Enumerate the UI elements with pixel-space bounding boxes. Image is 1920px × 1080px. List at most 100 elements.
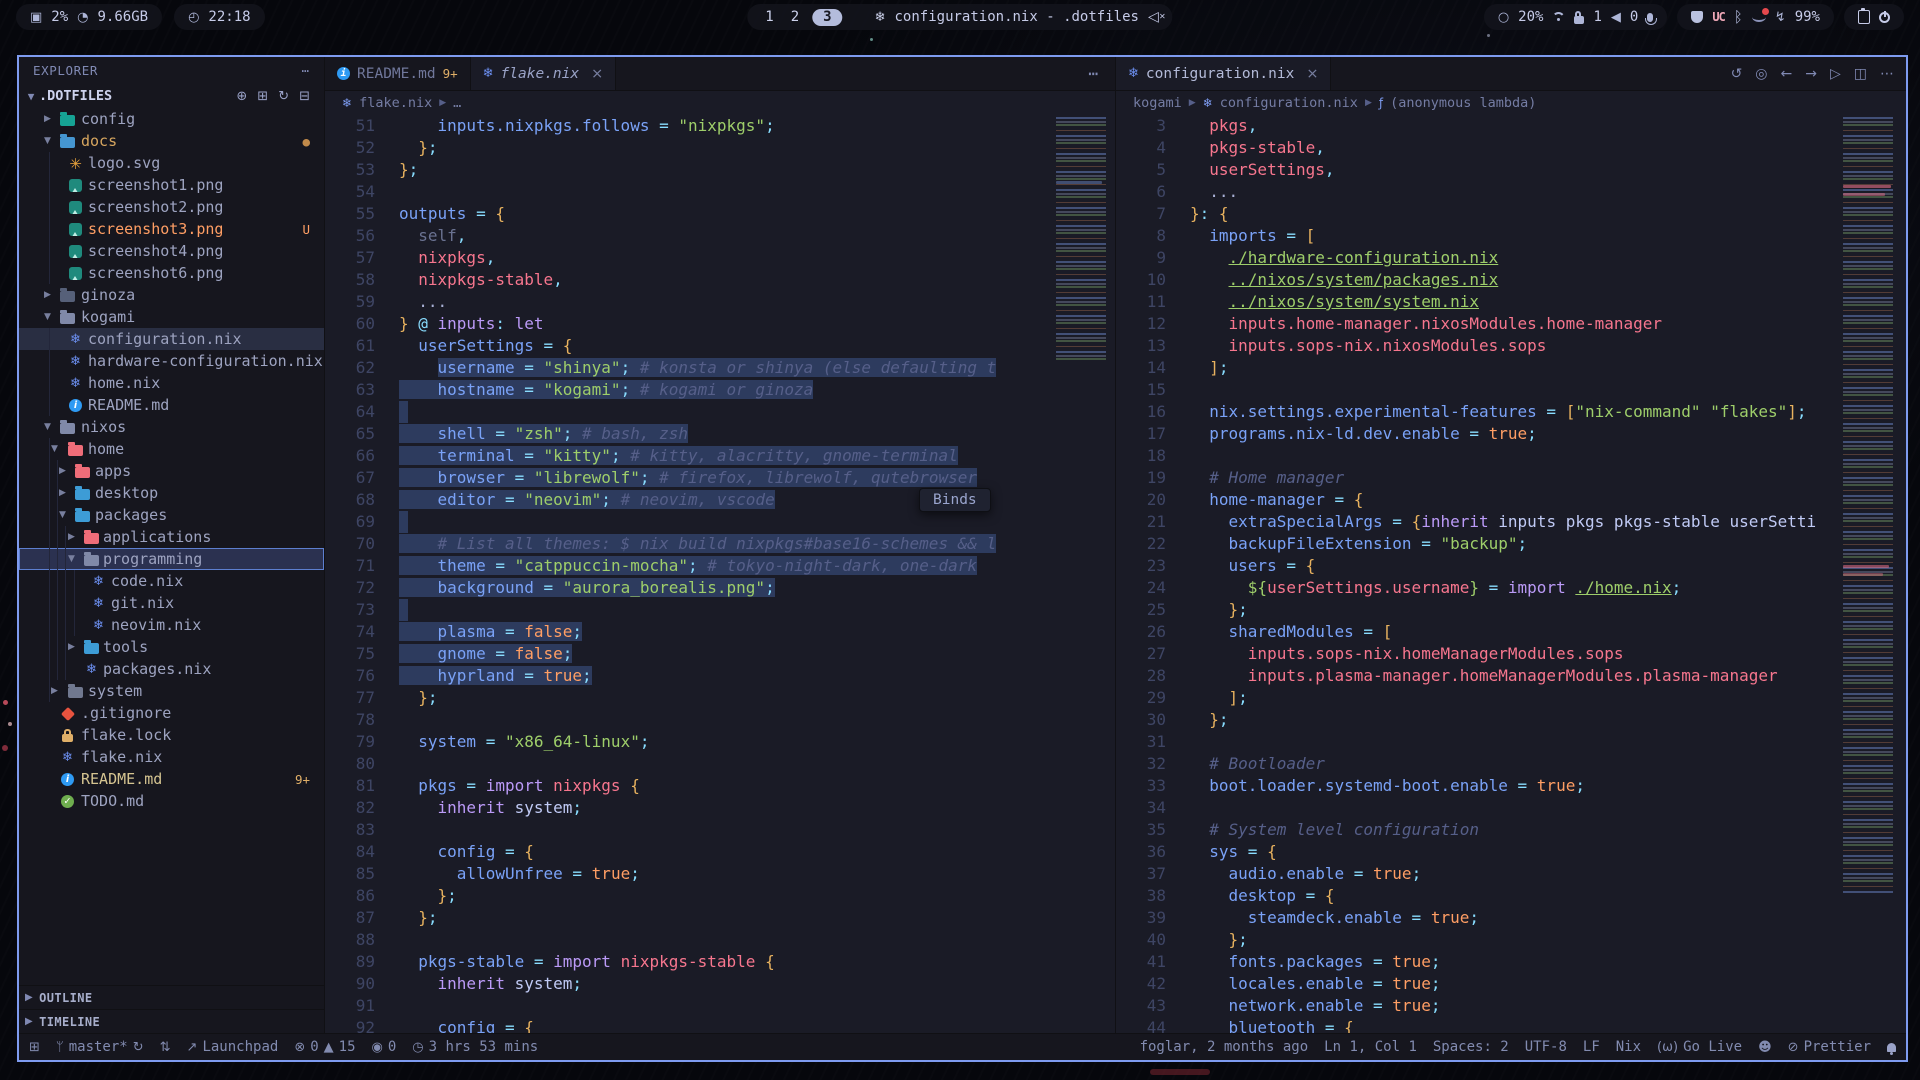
status-git-branch[interactable]: ᛘmaster*↻ <box>56 1039 144 1055</box>
tree-item-label: config <box>81 110 135 128</box>
workspace-2[interactable]: 2 <box>787 9 803 25</box>
code-editor-flake[interactable]: Binds 51 inputs.nixpkgs.follows = "nixpk… <box>325 115 1115 1033</box>
tree-item-flake-lock[interactable]: flake.lock <box>19 724 324 746</box>
forward-icon[interactable]: → <box>1805 66 1817 82</box>
workspace-1[interactable]: 1 <box>761 9 777 25</box>
tree-item-screenshot1-png[interactable]: screenshot1.png <box>19 174 324 196</box>
breadcrumb-right[interactable]: kogami▶❄configuration.nix▶ƒ(anonymous la… <box>1116 91 1906 115</box>
mute-icon[interactable]: ◁ <box>1148 9 1159 25</box>
tree-item-packages[interactable]: ▼packages <box>19 504 324 526</box>
tree-item-configuration-nix[interactable]: ❄configuration.nix <box>19 328 324 350</box>
code-line: 86 }; <box>325 885 1115 907</box>
status-indentation[interactable]: Spaces: 2 <box>1433 1039 1509 1055</box>
line-number: 79 <box>325 731 375 753</box>
system-stats-pill[interactable]: ▣ 2% ◔ 9.66GB <box>16 4 162 30</box>
status-eol[interactable]: LF <box>1583 1039 1600 1055</box>
clock-pill[interactable]: ◴ 22:18 <box>174 4 265 30</box>
tree-item-screenshot2-png[interactable]: screenshot2.png <box>19 196 324 218</box>
tree-item-neovim-nix[interactable]: ❄neovim.nix <box>19 614 324 636</box>
power-icon[interactable] <box>1879 12 1890 23</box>
tree-item-readme-md[interactable]: iREADME.md9+ <box>19 768 324 790</box>
tab-overflow-icon[interactable]: ⋯ <box>1073 64 1115 83</box>
status-prettier[interactable]: ⊘Prettier <box>1788 1039 1871 1055</box>
minimap-left[interactable] <box>1052 117 1112 362</box>
breadcrumb-left[interactable]: ❄flake.nix▶… <box>325 91 1115 115</box>
run-icon[interactable]: ▷ <box>1830 66 1841 82</box>
refresh-icon[interactable]: ↻ <box>278 89 289 104</box>
breadcrumb-item[interactable]: … <box>453 95 461 111</box>
tree-item-screenshot3-png[interactable]: screenshot3.pngU <box>19 218 324 240</box>
nix-file-icon: ❄ <box>91 596 106 611</box>
tab-configuration-nix[interactable]: ❄configuration.nix× <box>1116 57 1331 90</box>
tree-item-ginoza[interactable]: ▶ginoza <box>19 284 324 306</box>
tree-item-packages-nix[interactable]: ❄packages.nix <box>19 658 324 680</box>
sync-icon[interactable]: ↺ <box>1731 66 1743 82</box>
token: = <box>1325 490 1354 509</box>
explorer-more-icon[interactable]: ⋯ <box>301 63 310 78</box>
status-notifications-bell[interactable] <box>1887 1043 1896 1052</box>
status-launchpad[interactable]: ↗Launchpad <box>187 1039 279 1055</box>
tab-flake-nix[interactable]: ❄flake.nix× <box>471 57 617 90</box>
collapse-all-icon[interactable]: ⊟ <box>299 89 310 104</box>
status-git-compare[interactable]: ⇅ <box>160 1040 171 1055</box>
tree-item-tools[interactable]: ▶tools <box>19 636 324 658</box>
section-outline[interactable]: ▶OUTLINE <box>19 985 324 1009</box>
tree-item-screenshot6-png[interactable]: screenshot6.png <box>19 262 324 284</box>
tree-item-system[interactable]: ▶system <box>19 680 324 702</box>
status-problems[interactable]: ⊗0▲15 <box>294 1039 355 1055</box>
tree-item-config[interactable]: ▶config <box>19 108 324 130</box>
tray-pill[interactable]: UC ᛒ ↯ 99% <box>1677 4 1834 30</box>
tree-item-logo-svg[interactable]: ✳logo.svg <box>19 152 324 174</box>
new-file-icon[interactable]: ⊕ <box>236 89 247 104</box>
workspace-3-active[interactable]: 3 <box>812 9 842 26</box>
tree-item-readme-md[interactable]: iREADME.md <box>19 394 324 416</box>
code-editor-configuration[interactable]: 3 pkgs,4 pkgs-stable,5 userSettings,6 ..… <box>1116 115 1906 1033</box>
status-text: Nix <box>1616 1039 1641 1055</box>
tree-item--gitignore[interactable]: .gitignore <box>19 702 324 724</box>
root-section-header[interactable]: ▼ .DOTFILES ⊕⊞↻⊟ <box>19 84 324 108</box>
token: { <box>1267 842 1277 861</box>
status-ports[interactable]: ◉0 <box>372 1039 397 1055</box>
status-time-tracker[interactable]: ◷3 hrs 53 mins <box>412 1039 538 1055</box>
status-encoding[interactable]: UTF-8 <box>1525 1039 1567 1055</box>
breadcrumb-item[interactable]: (anonymous lambda) <box>1390 95 1536 111</box>
new-folder-icon[interactable]: ⊞ <box>257 89 268 104</box>
tab-README-md[interactable]: iREADME.md9+ <box>325 57 471 90</box>
more-icon[interactable]: ⋯ <box>1880 66 1894 82</box>
breadcrumb-item[interactable]: configuration.nix <box>1220 95 1358 111</box>
tree-item-applications[interactable]: ▶applications <box>19 526 324 548</box>
status-git-blame[interactable]: foglar, 2 months ago <box>1140 1039 1309 1055</box>
tree-item-nixos[interactable]: ▼nixos <box>19 416 324 438</box>
goto-icon[interactable]: ◎ <box>1755 66 1767 82</box>
section-timeline[interactable]: ▶TIMELINE <box>19 1009 324 1033</box>
close-icon[interactable]: × <box>1306 66 1318 82</box>
status-github[interactable]: ☻ <box>1758 1040 1772 1055</box>
hardware-pill[interactable]: ○ 20% 1 ◀ 0 <box>1484 4 1668 30</box>
tree-item-todo-md[interactable]: ✓TODO.md <box>19 790 324 812</box>
tree-item-desktop[interactable]: ▶desktop <box>19 482 324 504</box>
breadcrumb-item[interactable]: flake.nix <box>359 95 432 111</box>
tree-item-docs[interactable]: ▼docs● <box>19 130 324 152</box>
breadcrumb-item[interactable]: kogami <box>1133 95 1182 111</box>
status-remote-window[interactable]: ⊞ <box>29 1040 40 1055</box>
close-icon[interactable]: × <box>591 66 603 82</box>
power-pill[interactable] <box>1844 4 1904 30</box>
status-go-live[interactable]: (ω)Go Live <box>1657 1039 1742 1055</box>
token: nix.settings.experimental-features <box>1190 402 1537 421</box>
tree-item-programming[interactable]: ▼programming <box>19 548 324 570</box>
tree-item-hardware-configuration-nix[interactable]: ❄hardware-configuration.nix <box>19 350 324 372</box>
tree-item-home-nix[interactable]: ❄home.nix <box>19 372 324 394</box>
back-icon[interactable]: ← <box>1781 66 1793 82</box>
tree-item-kogami[interactable]: ▼kogami <box>19 306 324 328</box>
tree-item-screenshot4-png[interactable]: screenshot4.png <box>19 240 324 262</box>
tree-item-home[interactable]: ▼home <box>19 438 324 460</box>
tree-item-flake-nix[interactable]: ❄flake.nix <box>19 746 324 768</box>
minimap-right[interactable] <box>1839 117 1899 897</box>
split-editor-icon[interactable]: ◫ <box>1854 66 1867 82</box>
tree-item-code-nix[interactable]: ❄code.nix <box>19 570 324 592</box>
tree-item-git-nix[interactable]: ❄git.nix <box>19 592 324 614</box>
status-language-mode[interactable]: Nix <box>1616 1039 1641 1055</box>
tree-item-apps[interactable]: ▶apps <box>19 460 324 482</box>
token: ; <box>621 380 631 399</box>
status-cursor-position[interactable]: Ln 1, Col 1 <box>1324 1039 1417 1055</box>
